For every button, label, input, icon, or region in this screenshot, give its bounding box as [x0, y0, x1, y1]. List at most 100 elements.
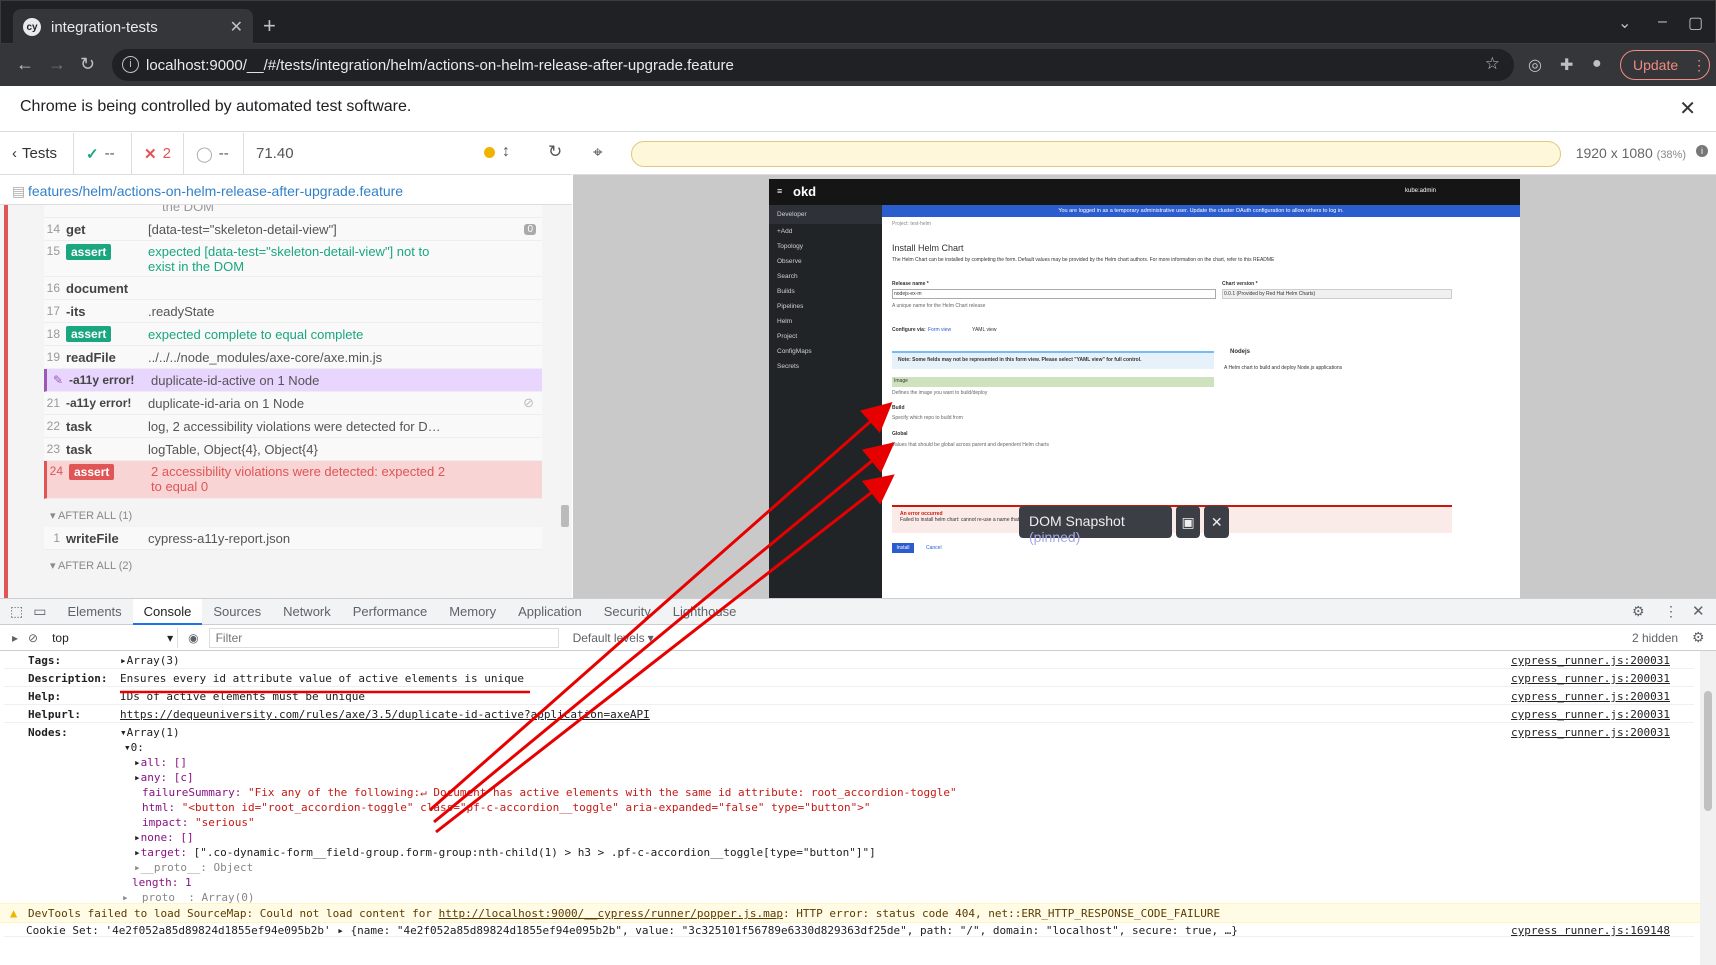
tree-none[interactable]: ▸none: []	[134, 831, 194, 844]
tree-index[interactable]: ▾0:	[124, 741, 144, 754]
settings-gear-icon[interactable]: ⚙	[1632, 603, 1645, 620]
log-levels-dropdown[interactable]: Default levels ▾	[563, 631, 664, 645]
browser-tab[interactable]: cy integration-tests ✕	[13, 9, 253, 45]
after-all-hook-1[interactable]: ▾ AFTER ALL (1)	[50, 509, 132, 522]
tree-any[interactable]: ▸any: [c]	[134, 771, 194, 784]
command-msg: duplicate-id-aria on 1 Node	[148, 395, 305, 411]
console-toolbar: ▸ ⊘ top ▾ ◉ Default levels ▾ 2 hidden ⚙	[0, 625, 1716, 651]
command-row[interactable]: 14 get [data-test="skeleton-detail-view"…	[44, 218, 542, 241]
row-key: Helpurl:	[28, 708, 81, 721]
clear-console-icon[interactable]: ⊘	[26, 631, 48, 645]
autoscroll-icon[interactable]: ↕	[502, 143, 510, 161]
scrollbar-thumb[interactable]	[1704, 691, 1712, 811]
info-icon[interactable]: i	[1696, 145, 1708, 157]
site-info-icon[interactable]: i	[122, 56, 139, 73]
bookmark-star-icon[interactable]: ☆	[1485, 54, 1500, 74]
unpin-close-icon[interactable]: ✕	[1204, 506, 1230, 538]
devtools-menu-icon[interactable]: ⋮	[1664, 603, 1678, 620]
command-log: the DOM 14 get [data-test="skeleton-deta…	[0, 205, 572, 598]
source-link[interactable]: cypress_runner.js:169148	[1511, 924, 1670, 936]
source-link[interactable]: cypress_runner.js:200031	[1511, 708, 1670, 721]
command-row[interactable]: 16 document	[44, 277, 542, 300]
sidebar-toggle-icon[interactable]: ▸	[0, 631, 26, 645]
source-link[interactable]: cypress_runner.js:200031	[1511, 690, 1670, 703]
x-icon: ✕	[144, 145, 157, 163]
minimize-icon[interactable]: –	[1658, 13, 1667, 31]
context-select[interactable]: top ▾	[48, 627, 179, 648]
command-row[interactable]: 15 assert expected [data-test="skeleton-…	[44, 241, 542, 277]
tab-lighthouse[interactable]: Lighthouse	[662, 599, 748, 625]
command-row[interactable]: 17 -its .readyState	[44, 300, 542, 323]
command-row[interactable]: 22 task log, 2 accessibility violations …	[44, 415, 542, 438]
warning-link[interactable]: http://localhost:9000/__cypress/runner/p…	[439, 907, 783, 920]
viewport-info: 1920 x 1080 (38%)	[1576, 145, 1686, 161]
tree-target[interactable]: ▸target: [".co-dynamic-form__field-group…	[134, 846, 876, 859]
close-devtools-icon[interactable]: ✕	[1692, 602, 1705, 620]
cookie-text: Cookie Set: '4e2f052a85d89824d1855ef94e0…	[26, 924, 1238, 937]
new-tab-icon[interactable]: +	[263, 13, 276, 39]
tab-elements[interactable]: Elements	[56, 599, 132, 625]
console-row-nodes: Nodes: ▾Array(1) cypress_runner.js:20003…	[4, 723, 1694, 904]
source-link[interactable]: cypress_runner.js:200031	[1511, 654, 1670, 667]
tests-label: Tests	[22, 145, 58, 162]
command-row[interactable]: 21 -a11y error! duplicate-id-aria on 1 N…	[44, 392, 542, 415]
cypress-extension-icon[interactable]: ◎	[1528, 55, 1542, 75]
address-bar[interactable]: i localhost:9000/__/#/tests/integration/…	[112, 49, 1514, 81]
row-value[interactable]: ▾Array(1)	[120, 726, 180, 739]
source-link[interactable]: cypress_runner.js:200031	[1511, 672, 1670, 685]
passed-count: ✓ --	[74, 132, 132, 175]
reporter-scrollbar[interactable]	[561, 505, 569, 527]
viewport-size: 1920 x 1080	[1575, 145, 1653, 161]
source-link[interactable]: cypress_runner.js:200031	[1511, 726, 1670, 739]
tab-application[interactable]: Application	[507, 599, 593, 625]
tab-security[interactable]: Security	[593, 599, 662, 625]
spec-path-link[interactable]: ▤ features/helm/actions-on-helm-release-…	[0, 175, 572, 205]
tab-memory[interactable]: Memory	[438, 599, 507, 625]
tests-back-button[interactable]: ‹ Tests	[0, 132, 74, 175]
admin-banner: You are logged in as a temporary adminis…	[882, 205, 1520, 217]
command-row[interactable]: 18 assert expected complete to equal com…	[44, 323, 542, 346]
back-icon[interactable]: ←	[16, 54, 34, 75]
highlight-toggle-icon[interactable]: ▣	[1175, 506, 1201, 538]
maximize-icon[interactable]: ▢	[1688, 13, 1703, 33]
command-num: 22	[46, 419, 60, 433]
close-tab-icon[interactable]: ✕	[230, 17, 243, 37]
forward-icon[interactable]: →	[48, 54, 66, 75]
tree-all-label: all: []	[140, 756, 187, 769]
row-value[interactable]: ▸Array(3)	[120, 654, 180, 667]
after-all-hook-2[interactable]: ▾ AFTER ALL (2)	[50, 559, 132, 572]
expand-caret-icon: ▸	[120, 654, 127, 667]
tab-search-icon[interactable]: ⌄	[1618, 13, 1631, 33]
tab-network[interactable]: Network	[272, 599, 342, 625]
extensions-puzzle-icon[interactable]: ✚	[1560, 55, 1573, 75]
help-url-link[interactable]: https://dequeuniversity.com/rules/axe/3.…	[120, 708, 650, 721]
tab-performance[interactable]: Performance	[342, 599, 438, 625]
command-row[interactable]: 23 task logTable, Object{4}, Object{4}	[44, 438, 542, 461]
running-indicator-icon	[484, 147, 495, 158]
command-row[interactable]: the DOM	[44, 205, 542, 218]
update-button[interactable]: Update ⋮	[1620, 50, 1710, 80]
live-expression-eye-icon[interactable]: ◉	[178, 631, 208, 645]
selector-playground-crosshair-icon[interactable]: ⌖	[593, 143, 603, 163]
command-row[interactable]: 1 writeFile cypress-a11y-report.json	[44, 527, 542, 550]
tree-impact: impact: "serious"	[142, 816, 255, 829]
command-name: task	[66, 441, 93, 457]
device-toolbar-icon[interactable]: ▭	[33, 603, 56, 620]
tree-proto-object[interactable]: ▸__proto__: Object	[134, 861, 253, 874]
command-row[interactable]: 19 readFile ../../../node_modules/axe-co…	[44, 346, 542, 369]
command-row-pinned[interactable]: ✎ -a11y error! duplicate-id-active on 1 …	[44, 369, 542, 392]
console-scrollbar[interactable]	[1700, 651, 1716, 965]
console-settings-gear-icon[interactable]: ⚙	[1692, 629, 1705, 646]
tab-console[interactable]: Console	[132, 598, 203, 625]
infobar-close-icon[interactable]: ✕	[1679, 96, 1696, 121]
rerun-icon[interactable]: ↻	[548, 142, 562, 162]
tags-array: Array(3)	[126, 654, 180, 667]
tree-all[interactable]: ▸all: []	[134, 756, 187, 769]
reload-icon[interactable]: ↻	[80, 54, 95, 75]
profile-avatar-icon[interactable]: ●	[1592, 55, 1602, 73]
tree-length: length: 1	[132, 876, 192, 889]
inspect-element-icon[interactable]: ⬚	[0, 603, 33, 620]
console-filter-input[interactable]	[208, 627, 559, 648]
tab-sources[interactable]: Sources	[202, 599, 272, 625]
command-row-failed[interactable]: 24 assert 2 accessibility violations wer…	[44, 461, 542, 499]
